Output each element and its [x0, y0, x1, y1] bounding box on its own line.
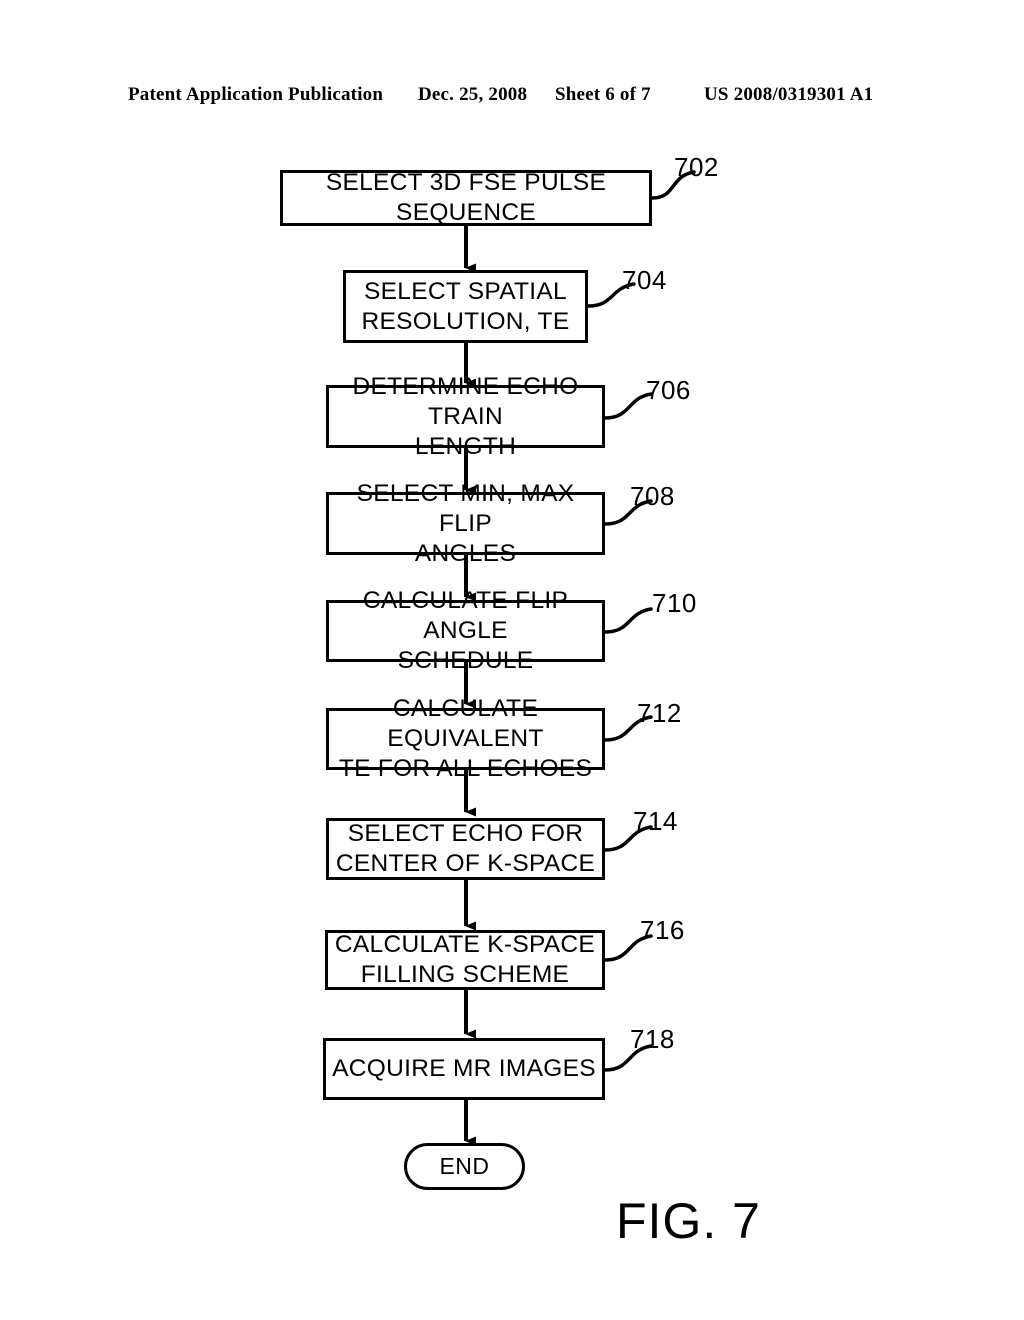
flowchart-end-label: END — [439, 1153, 490, 1179]
reference-numeral-712: 712 — [637, 698, 682, 728]
flowchart-step-714[interactable]: SELECT ECHO FOR CENTER OF K-SPACE — [326, 818, 605, 880]
reference-numeral-710: 710 — [652, 588, 697, 618]
reference-numeral-706: 706 — [646, 375, 691, 405]
flowchart-step-710-label: CALCULATE FLIP ANGLE SCHEDULE — [362, 587, 569, 674]
flowchart-step-702[interactable]: SELECT 3D FSE PULSE SEQUENCE — [280, 169, 652, 226]
reference-numeral-718: 718 — [630, 1024, 675, 1054]
flowchart-diagram: SELECT 3D FSE PULSE SEQUENCE 702 SELECT … — [0, 0, 1024, 1320]
flowchart-step-718-label: ACQUIRE MR IMAGES — [332, 1055, 596, 1082]
flowchart-step-708-label: SELECT MIN, MAX FLIP ANGLES — [356, 479, 575, 567]
reference-numeral-716: 716 — [640, 915, 685, 945]
reference-numeral-702: 702 — [674, 152, 719, 182]
reference-numeral-708: 708 — [630, 481, 675, 511]
flowchart-step-712[interactable]: CALCULATE EQUIVALENT TE FOR ALL ECHOES — [326, 695, 605, 782]
leader-line-706 — [603, 392, 653, 420]
flowchart-step-710[interactable]: CALCULATE FLIP ANGLE SCHEDULE — [326, 587, 605, 674]
flowchart-step-702-label: SELECT 3D FSE PULSE SEQUENCE — [325, 169, 607, 226]
flowchart-step-716-label: CALCULATE K-SPACE FILLING SCHEME — [334, 931, 596, 988]
reference-numeral-704: 704 — [622, 265, 667, 295]
flowchart-step-706[interactable]: DETERMINE ECHO TRAIN LENGTH — [326, 373, 605, 460]
flowchart-step-716[interactable]: CALCULATE K-SPACE FILLING SCHEME — [325, 930, 605, 990]
figure-caption: FIG. 7 — [616, 1193, 761, 1249]
flowchart-step-712-label: CALCULATE EQUIVALENT TE FOR ALL ECHOES — [338, 695, 593, 782]
flowchart-step-704-label: SELECT SPATIAL RESOLUTION, TE — [361, 277, 570, 335]
leader-line-710 — [603, 607, 653, 634]
flowchart-step-714-label: SELECT ECHO FOR CENTER OF K-SPACE — [335, 820, 596, 877]
flowchart-step-704[interactable]: SELECT SPATIAL RESOLUTION, TE — [343, 270, 588, 343]
reference-numeral-714: 714 — [633, 806, 678, 836]
flowchart-step-718[interactable]: ACQUIRE MR IMAGES — [323, 1038, 605, 1100]
flowchart-end-terminator[interactable]: END — [404, 1143, 525, 1190]
flowchart-step-706-label: DETERMINE ECHO TRAIN LENGTH — [352, 372, 579, 460]
flowchart-step-708[interactable]: SELECT MIN, MAX FLIP ANGLES — [326, 480, 605, 567]
